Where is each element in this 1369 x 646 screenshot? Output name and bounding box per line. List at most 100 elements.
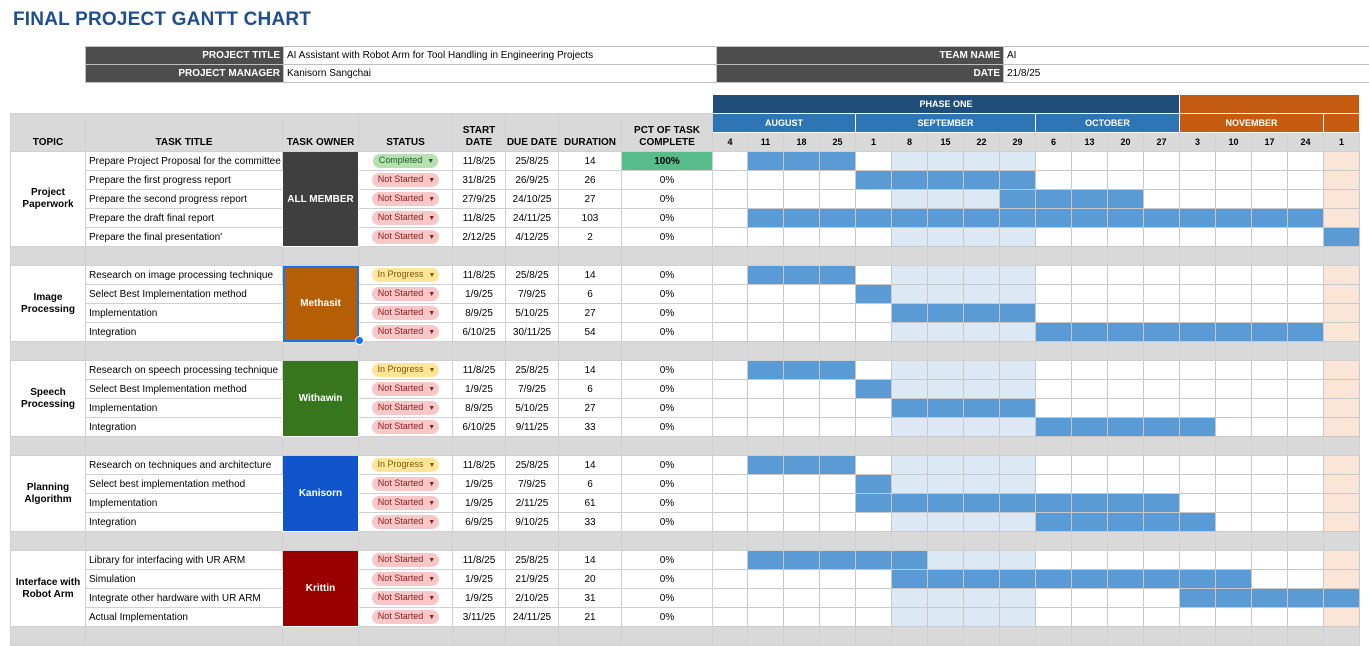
start-date-cell[interactable]: 1/9/25 [453,285,506,304]
gantt-cell[interactable] [928,570,964,589]
status-chip[interactable]: Not Started▼ [372,192,439,206]
gantt-cell[interactable] [784,399,820,418]
gantt-cell[interactable] [892,304,928,323]
gantt-cell[interactable] [748,494,784,513]
gantt-cell[interactable] [1036,209,1072,228]
status-chip[interactable]: Not Started▼ [372,382,439,396]
task-title[interactable]: Integration [86,323,283,342]
gantt-cell[interactable] [784,380,820,399]
gantt-cell[interactable] [820,380,856,399]
due-date-cell[interactable]: 21/9/25 [506,570,559,589]
status-cell[interactable]: Not Started▼ [359,513,453,532]
status-chip[interactable]: Not Started▼ [372,173,439,187]
status-cell[interactable]: In Progress▼ [359,361,453,380]
gantt-cell[interactable] [856,361,892,380]
gantt-cell[interactable] [1108,418,1144,437]
task-owner-cell[interactable]: Withawin [283,361,359,437]
team-name-value[interactable]: AI [1004,47,1369,65]
gantt-cell[interactable] [1000,513,1036,532]
gantt-cell[interactable] [1252,266,1288,285]
status-chip[interactable]: Not Started▼ [372,306,439,320]
gantt-cell[interactable] [784,475,820,494]
gantt-cell[interactable] [1324,304,1360,323]
gantt-cell[interactable] [1144,209,1180,228]
gantt-cell[interactable] [964,456,1000,475]
gantt-cell[interactable] [784,589,820,608]
status-cell[interactable]: In Progress▼ [359,266,453,285]
status-cell[interactable]: Not Started▼ [359,171,453,190]
gantt-cell[interactable] [964,570,1000,589]
gantt-cell[interactable] [784,494,820,513]
pct-complete-cell[interactable]: 0% [622,608,713,627]
gantt-cell[interactable] [928,380,964,399]
gantt-cell[interactable] [713,589,748,608]
gantt-cell[interactable] [1288,323,1324,342]
gantt-cell[interactable] [1288,589,1324,608]
status-cell[interactable]: Completed▼ [359,152,453,171]
status-chip[interactable]: Not Started▼ [372,591,439,605]
task-title[interactable]: Research on speech processing technique [86,361,283,380]
gantt-cell[interactable] [784,551,820,570]
gantt-cell[interactable] [1144,152,1180,171]
gantt-cell[interactable] [1252,380,1288,399]
gantt-cell[interactable] [892,475,928,494]
gantt-cell[interactable] [1288,475,1324,494]
task-title[interactable]: Prepare the first progress report [86,171,283,190]
gantt-cell[interactable] [1324,190,1360,209]
pct-complete-cell[interactable]: 0% [622,399,713,418]
selection-handle[interactable] [355,336,364,345]
gantt-cell[interactable] [892,209,928,228]
due-date-cell[interactable]: 2/11/25 [506,494,559,513]
gantt-cell[interactable] [856,570,892,589]
status-cell[interactable]: Not Started▼ [359,551,453,570]
gantt-cell[interactable] [1144,551,1180,570]
due-date-cell[interactable]: 9/11/25 [506,418,559,437]
gantt-cell[interactable] [1324,608,1360,627]
status-cell[interactable]: Not Started▼ [359,399,453,418]
gantt-cell[interactable] [820,513,856,532]
gantt-cell[interactable] [713,475,748,494]
gantt-cell[interactable] [1072,285,1108,304]
gantt-cell[interactable] [748,152,784,171]
gantt-cell[interactable] [1216,190,1252,209]
gantt-cell[interactable] [856,304,892,323]
gantt-cell[interactable] [1288,171,1324,190]
gantt-cell[interactable] [1216,589,1252,608]
gantt-cell[interactable] [1036,304,1072,323]
gantt-cell[interactable] [1288,152,1324,171]
gantt-cell[interactable] [928,304,964,323]
due-date-cell[interactable]: 30/11/25 [506,323,559,342]
start-date-cell[interactable]: 1/9/25 [453,475,506,494]
gantt-cell[interactable] [892,266,928,285]
due-date-cell[interactable]: 25/8/25 [506,266,559,285]
gantt-cell[interactable] [820,304,856,323]
start-date-cell[interactable]: 11/8/25 [453,551,506,570]
gantt-cell[interactable] [1288,361,1324,380]
gantt-cell[interactable] [820,608,856,627]
duration-cell[interactable]: 6 [559,475,622,494]
pct-complete-cell[interactable]: 0% [622,570,713,589]
status-chip[interactable]: Not Started▼ [372,420,439,434]
status-chip[interactable]: In Progress▼ [372,268,440,282]
gantt-cell[interactable] [1072,513,1108,532]
status-chip[interactable]: Not Started▼ [372,572,439,586]
gantt-cell[interactable] [1144,190,1180,209]
gantt-cell[interactable] [1252,209,1288,228]
gantt-cell[interactable] [1324,589,1360,608]
gantt-cell[interactable] [1144,380,1180,399]
duration-cell[interactable]: 14 [559,266,622,285]
gantt-cell[interactable] [1144,266,1180,285]
gantt-cell[interactable] [1000,551,1036,570]
gantt-cell[interactable] [1180,418,1216,437]
task-title[interactable]: Integration [86,418,283,437]
gantt-cell[interactable] [928,323,964,342]
gantt-cell[interactable] [1288,399,1324,418]
task-title[interactable]: Simulation [86,570,283,589]
gantt-cell[interactable] [1288,266,1324,285]
gantt-cell[interactable] [1000,570,1036,589]
gantt-cell[interactable] [928,513,964,532]
gantt-cell[interactable] [748,608,784,627]
status-chip[interactable]: Not Started▼ [372,610,439,624]
gantt-cell[interactable] [1180,608,1216,627]
task-title[interactable]: Implementation [86,399,283,418]
